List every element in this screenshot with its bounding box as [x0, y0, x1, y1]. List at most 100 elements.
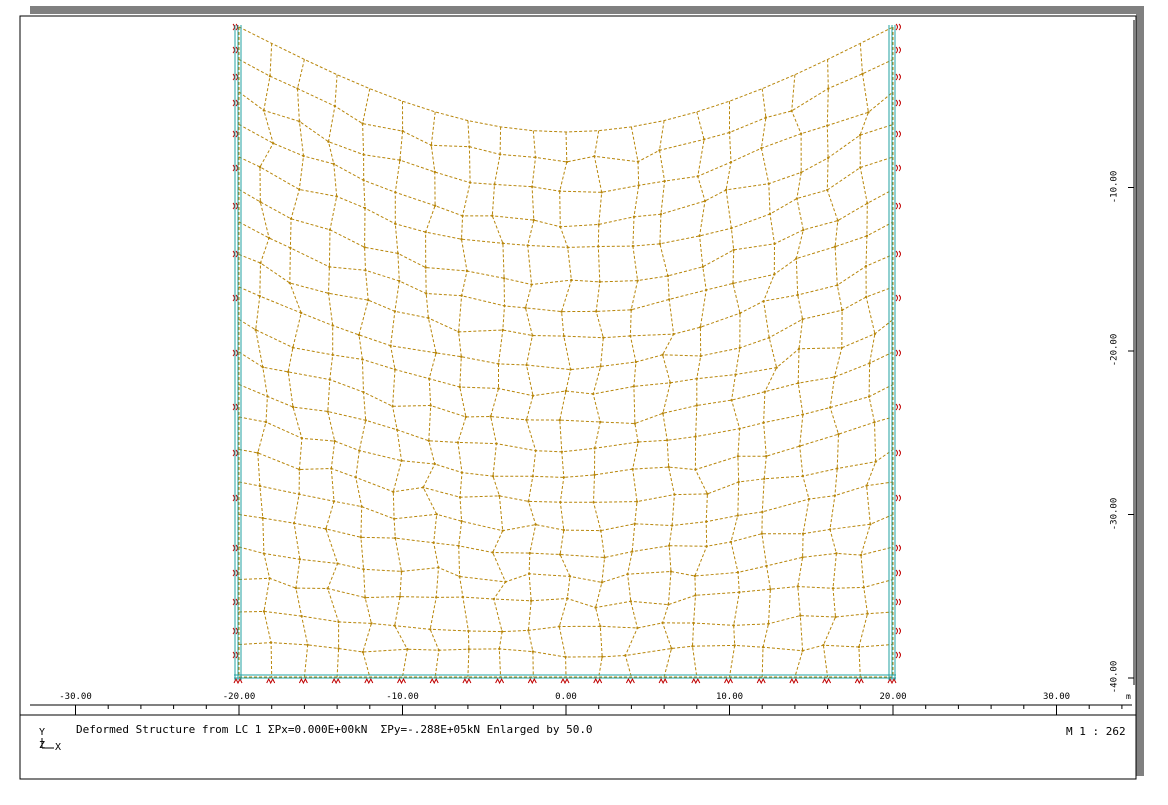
x-tick-label: 10.00	[715, 692, 744, 702]
mesh-node	[729, 160, 733, 164]
mesh-node	[558, 418, 561, 422]
mesh-node	[636, 279, 639, 282]
y-tick-label: -30.00	[1109, 497, 1120, 530]
mesh-node	[761, 510, 764, 514]
caption-text: Deformed Structure from LC 1 ΣPx=0.000E+…	[76, 723, 593, 736]
right-support-symbol	[895, 449, 901, 457]
mesh-node	[597, 245, 600, 248]
mesh-node	[593, 473, 596, 477]
mesh-node	[632, 215, 636, 219]
mesh-node	[528, 551, 531, 555]
mesh-node	[801, 413, 805, 416]
mesh-node	[765, 564, 768, 568]
mesh-node	[736, 455, 740, 458]
mesh-node	[732, 624, 735, 627]
mesh-node	[734, 373, 737, 376]
mesh-node	[267, 236, 271, 240]
mesh-node	[634, 360, 638, 364]
mesh-node	[768, 212, 772, 216]
mesh-node	[636, 160, 640, 163]
mesh-node	[601, 655, 604, 658]
mesh-node	[801, 474, 805, 478]
mesh-node	[599, 529, 602, 532]
mesh-column-line	[490, 126, 507, 678]
mesh-node	[827, 87, 830, 90]
mesh-node	[828, 528, 832, 531]
mesh-node	[704, 288, 708, 292]
mesh-node	[495, 442, 498, 445]
mesh-node	[836, 467, 839, 470]
mesh-node	[328, 378, 332, 381]
mesh-node	[398, 158, 402, 162]
mesh-node	[458, 495, 462, 499]
mesh-node	[594, 606, 597, 609]
mesh-node	[840, 309, 844, 312]
mesh-node	[457, 544, 460, 548]
mesh-node	[761, 645, 765, 649]
mesh-node	[840, 346, 843, 349]
mesh-node	[424, 266, 427, 269]
mesh-node	[837, 433, 840, 436]
mesh-node	[326, 587, 329, 590]
mesh-node	[866, 202, 869, 205]
mesh-node	[527, 629, 530, 632]
mesh-node	[526, 244, 529, 247]
mesh-node	[300, 437, 304, 440]
bottom-support-symbol	[495, 677, 505, 685]
mesh-node	[456, 441, 460, 444]
mesh-node	[406, 648, 409, 651]
mesh-node	[564, 389, 568, 393]
mesh-column-line	[592, 130, 606, 678]
mesh-column-line	[725, 101, 741, 678]
mesh-node	[262, 610, 266, 613]
mesh-row-line	[238, 416, 894, 478]
mesh-column-line	[558, 131, 572, 678]
mesh-node	[527, 572, 531, 575]
mesh-column-line	[422, 111, 440, 678]
mesh-node	[254, 328, 257, 332]
mesh-node	[258, 484, 262, 488]
mesh-node	[489, 415, 492, 418]
mesh-node	[259, 261, 262, 265]
mesh-node	[670, 647, 673, 650]
mesh-node	[602, 336, 605, 339]
mesh-node	[306, 643, 309, 647]
mesh-node	[566, 597, 569, 600]
mesh-node	[393, 624, 396, 627]
mesh-node	[732, 248, 735, 252]
mesh-node	[330, 467, 333, 470]
mesh-node	[503, 304, 506, 308]
right-support-symbol	[895, 250, 901, 258]
mesh-node	[636, 626, 639, 630]
mesh-node	[869, 523, 872, 526]
mesh-node	[822, 643, 825, 647]
mesh-node	[464, 415, 468, 419]
mesh-node	[659, 213, 663, 216]
mesh-node	[297, 492, 301, 496]
mesh-node	[398, 595, 402, 598]
mesh-node	[262, 109, 265, 112]
bottom-support-symbol	[625, 677, 635, 685]
mesh-node	[775, 366, 778, 369]
mesh-node	[592, 392, 595, 396]
mesh-row-line	[238, 514, 894, 559]
mesh-node	[392, 490, 395, 494]
mesh-node	[530, 185, 534, 188]
mesh-node	[730, 226, 733, 230]
mesh-node	[569, 368, 572, 371]
bottom-support-symbol	[462, 677, 472, 685]
mesh-node	[599, 420, 602, 424]
mesh-node	[327, 140, 330, 143]
mesh-node	[501, 242, 505, 245]
right-support-symbol	[895, 627, 901, 635]
mesh-node	[529, 599, 533, 603]
mesh-node	[624, 654, 627, 657]
mesh-node	[802, 228, 805, 232]
mesh-node	[865, 484, 868, 487]
mesh-column-line	[287, 59, 309, 678]
mesh-node	[262, 552, 266, 555]
mesh-node	[631, 244, 635, 248]
mesh-node	[595, 310, 598, 313]
mesh-node	[531, 334, 534, 337]
mesh-node	[797, 347, 801, 351]
